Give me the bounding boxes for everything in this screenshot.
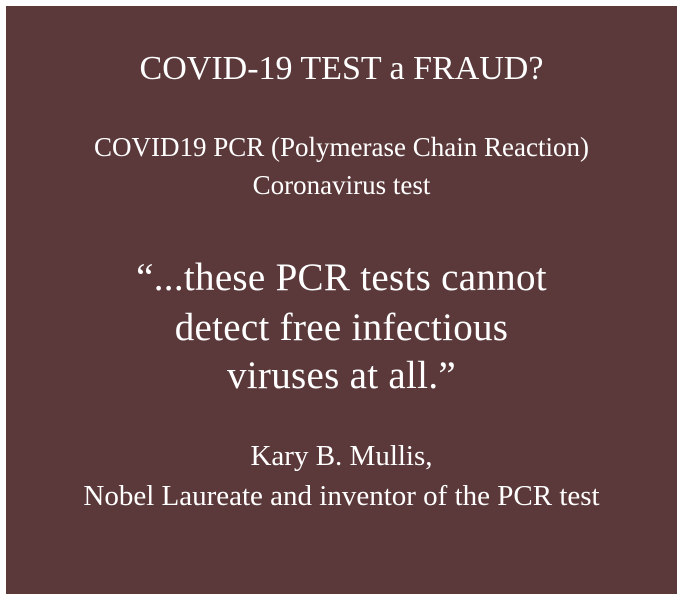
quote-line-1: “...these PCR tests cannot xyxy=(136,256,547,299)
quote-line-3: viruses at all.” xyxy=(227,354,456,397)
quote-card: COVID-19 TEST a FRAUD? COVID19 PCR (Poly… xyxy=(6,6,677,594)
attribution-name: Kary B. Mullis, xyxy=(250,440,433,472)
subtitle-line-2: Coronavirus test xyxy=(252,170,431,200)
card-title: COVID-19 TEST a FRAUD? xyxy=(139,50,544,87)
attribution-credit: Nobel Laureate and inventor of the PCR t… xyxy=(83,480,600,512)
subtitle-line-1: COVID19 PCR (Polymerase Chain Reaction) xyxy=(94,132,589,162)
quote-line-2: detect free infectious xyxy=(174,306,509,349)
